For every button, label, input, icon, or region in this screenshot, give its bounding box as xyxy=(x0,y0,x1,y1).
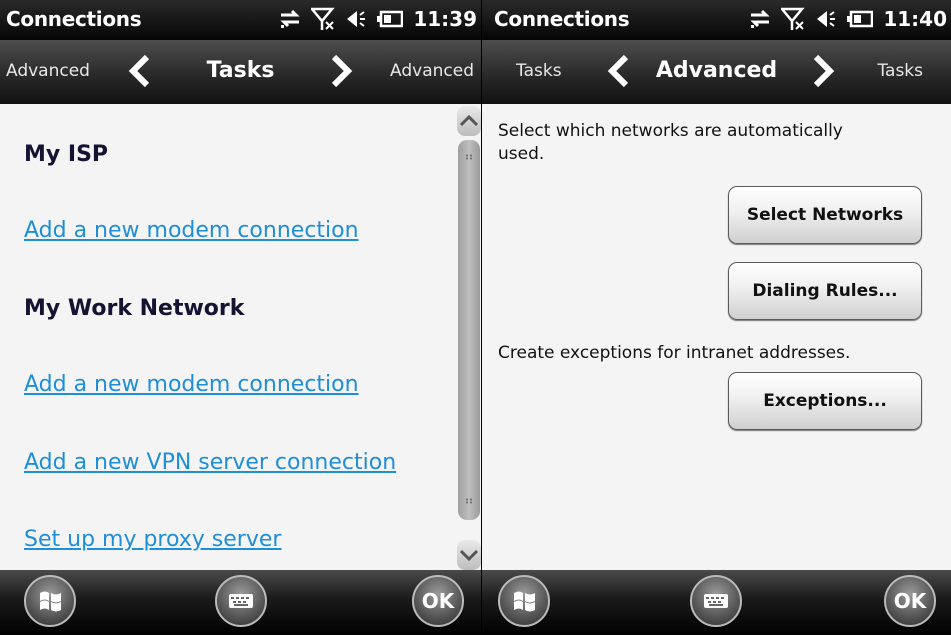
ok-button[interactable]: OK xyxy=(884,575,936,627)
no-signal-icon xyxy=(781,7,805,30)
advanced-settings: Select which networks are automatically … xyxy=(482,104,951,570)
keyboard-button[interactable] xyxy=(215,575,267,627)
status-icons: 11:40 xyxy=(749,6,947,32)
grip-icon xyxy=(466,154,472,160)
section-heading-my-isp: My ISP xyxy=(24,142,109,167)
section-heading-work-network: My Work Network xyxy=(24,296,245,321)
status-bar: Connections 11:39 xyxy=(0,0,481,40)
link-proxy-server[interactable]: Set up my proxy server xyxy=(24,527,281,552)
volume-icon xyxy=(347,11,366,27)
softkey-bar: OK xyxy=(482,570,951,635)
scroll-thumb[interactable] xyxy=(458,140,480,520)
grip-icon xyxy=(466,498,472,504)
volume-icon xyxy=(817,11,836,27)
start-button[interactable] xyxy=(24,575,76,627)
chevron-right-icon[interactable] xyxy=(812,54,836,88)
data-connection-icon xyxy=(750,9,770,28)
ok-label: OK xyxy=(893,589,927,613)
vertical-scrollbar[interactable] xyxy=(457,104,481,570)
scroll-down-button[interactable] xyxy=(457,540,481,570)
link-add-modem-isp[interactable]: Add a new modem connection xyxy=(24,218,359,243)
link-add-modem-work[interactable]: Add a new modem connection xyxy=(24,372,359,397)
tab-navigation: Advanced Tasks Advanced xyxy=(0,40,481,104)
window-title: Connections xyxy=(494,7,630,31)
battery-icon xyxy=(847,10,874,28)
exceptions-button[interactable]: Exceptions... xyxy=(728,372,922,430)
start-button[interactable] xyxy=(498,575,550,627)
keyboard-button[interactable] xyxy=(690,575,742,627)
status-time: 11:39 xyxy=(413,7,477,31)
exceptions-description: Create exceptions for intranet addresses… xyxy=(498,343,851,363)
start-icon xyxy=(40,591,61,612)
keyboard-icon xyxy=(229,594,253,608)
nav-next-tab[interactable]: Advanced xyxy=(390,61,474,81)
tab-navigation: Tasks Advanced Tasks xyxy=(482,40,951,104)
dialing-rules-button[interactable]: Dialing Rules... xyxy=(728,262,922,320)
status-icons: 11:39 xyxy=(279,6,477,32)
ok-label: OK xyxy=(421,589,455,613)
keyboard-icon xyxy=(704,594,728,608)
data-connection-icon xyxy=(280,9,300,28)
screenshot-pair: Connections 11:39 Advanced Tasks Advance… xyxy=(0,0,951,635)
select-networks-button[interactable]: Select Networks xyxy=(728,186,922,244)
tasks-list: My ISP Add a new modem connection My Wor… xyxy=(0,104,481,570)
start-icon xyxy=(514,591,535,612)
link-add-vpn[interactable]: Add a new VPN server connection xyxy=(24,450,396,475)
status-time: 11:40 xyxy=(883,7,947,31)
battery-icon xyxy=(377,10,404,28)
scroll-up-button[interactable] xyxy=(457,106,481,136)
networks-description: Select which networks are automatically … xyxy=(498,121,843,164)
ok-button[interactable]: OK xyxy=(412,575,464,627)
chevron-up-icon xyxy=(459,114,479,127)
nav-next-tab[interactable]: Tasks xyxy=(877,61,923,81)
no-signal-icon xyxy=(311,7,335,30)
softkey-bar: OK xyxy=(0,570,481,635)
advanced-screen: Connections 11:40 Tasks Advanced Tasks S… xyxy=(482,0,951,635)
chevron-down-icon xyxy=(459,549,479,562)
chevron-right-icon[interactable] xyxy=(330,54,354,88)
tasks-screen: Connections 11:39 Advanced Tasks Advance… xyxy=(0,0,482,635)
status-bar: Connections 11:40 xyxy=(482,0,951,40)
window-title: Connections xyxy=(6,7,142,31)
